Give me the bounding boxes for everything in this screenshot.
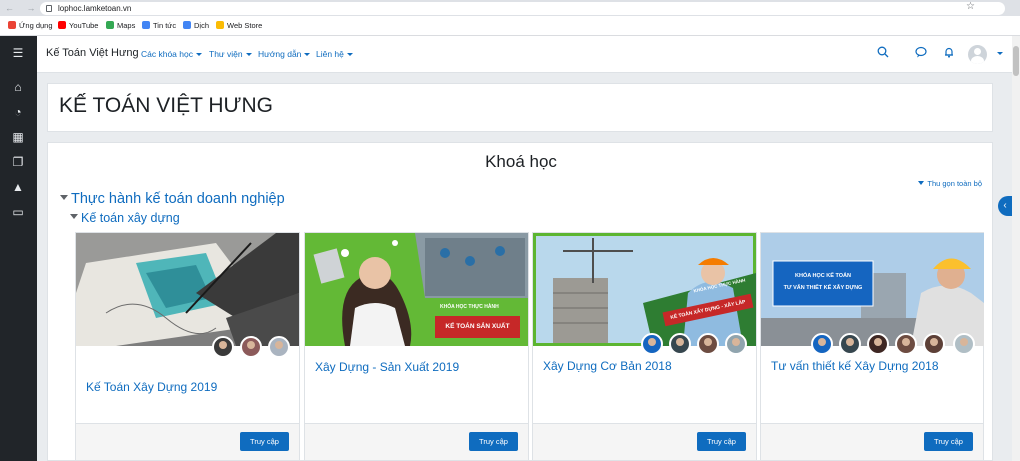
browser-toolbar: ← → C lophoc.lamketoan.vn ☆	[0, 0, 1020, 16]
banner-heading: KHÓA HỌC KẾ TOÁN	[795, 273, 851, 279]
menu-contact[interactable]: Liên hệ	[316, 49, 353, 59]
site-brand[interactable]: Kế Toán Việt Hưng	[46, 47, 139, 59]
course-image[interactable]	[76, 233, 299, 346]
teacher-avatar[interactable]	[212, 336, 234, 358]
course-listing: Khoá học Thu gọn toàn bộ Thực hành kế to…	[47, 142, 993, 461]
bookmark-star-icon[interactable]: ☆	[966, 1, 975, 12]
access-button[interactable]: Truy cập	[924, 432, 973, 451]
course-card[interactable]: KẾ TOÁN XÂY DỰNG - XÂY LẮP KHÓA HỌC THỰC…	[532, 232, 757, 460]
teacher-avatar[interactable]	[811, 333, 833, 355]
teacher-avatar[interactable]	[240, 336, 262, 358]
menu-icon[interactable]: ☰	[11, 46, 25, 60]
course-image[interactable]: KHÓA HỌC KẾ TOÁN TƯ VẤN THIẾT KẾ XÂY DỰN…	[761, 233, 984, 346]
bookmark-translate[interactable]: Dịch	[183, 21, 209, 30]
course-image[interactable]: KẾ TOÁN XÂY DỰNG - XÂY LẮP KHÓA HỌC THỰC…	[533, 233, 756, 346]
teacher-avatar[interactable]	[895, 333, 917, 355]
menu-courses[interactable]: Các khóa học	[141, 49, 202, 59]
user-avatar[interactable]	[968, 45, 987, 64]
chevron-down-icon[interactable]	[997, 52, 1003, 55]
bookmark-youtube[interactable]: YouTube	[58, 21, 98, 30]
teacher-avatar[interactable]	[867, 333, 889, 355]
card-footer: Truy cập	[533, 423, 756, 460]
calendar-icon[interactable]: ▦	[11, 130, 25, 144]
page-scrollbar[interactable]	[1012, 36, 1020, 461]
access-button[interactable]: Truy cập	[697, 432, 746, 451]
teacher-avatar[interactable]	[641, 333, 663, 355]
address-bar[interactable]: lophoc.lamketoan.vn	[40, 2, 1005, 15]
bookmark-apps[interactable]: Ứng dụng	[8, 21, 53, 30]
menu-library[interactable]: Thư viện	[209, 49, 252, 59]
menu-guide[interactable]: Hướng dẫn	[258, 49, 310, 59]
bookmark-webstore[interactable]: Web Store	[216, 21, 262, 30]
access-button[interactable]: Truy cập	[240, 432, 289, 451]
course-title[interactable]: Kế Toán Xây Dựng 2019	[86, 380, 217, 394]
course-card[interactable]: KHÓA HỌC KẾ TOÁN TƯ VẤN THIẾT KẾ XÂY DỰN…	[760, 232, 984, 460]
lock-icon	[46, 5, 52, 12]
bookmark-news[interactable]: Tin tức	[142, 21, 176, 30]
course-card[interactable]: Kế Toán Xây Dựng 2019 Truy cập	[75, 232, 300, 460]
course-card[interactable]: KẾ TOÁN SẢN XUẤT KHÓA HỌC THỰC HÀNH Xây …	[304, 232, 529, 460]
banner-heading: KẾ TOÁN SẢN XUẤT	[435, 316, 520, 338]
teacher-avatar[interactable]	[923, 333, 945, 355]
dashboard-icon[interactable]: ◔	[11, 105, 25, 119]
access-button[interactable]: Truy cập	[469, 432, 518, 451]
teacher-avatar[interactable]	[697, 333, 719, 355]
banner-subheading: TƯ VẤN THIẾT KẾ XÂY DỰNG	[783, 285, 863, 291]
teacher-avatar[interactable]	[725, 333, 747, 355]
teacher-avatar[interactable]	[953, 333, 975, 355]
banner-subheading: KHÓA HỌC THỰC HÀNH	[440, 304, 499, 310]
subcategory-link[interactable]: Kế toán xây dựng	[70, 211, 180, 225]
section-title: Khoá học	[485, 152, 557, 171]
card-footer: Truy cập	[761, 423, 983, 460]
collapse-all-link[interactable]: Thu gọn toàn bộ	[918, 179, 982, 188]
graduation-cap-icon[interactable]: ▲	[11, 180, 25, 194]
top-navbar: Kế Toán Việt Hưng Các khóa học Thư viện …	[37, 36, 1020, 73]
search-icon[interactable]	[877, 46, 889, 61]
teacher-avatar[interactable]	[669, 333, 691, 355]
drawer-toggle-chevron-left-icon[interactable]: ‹	[998, 196, 1012, 216]
teacher-avatar[interactable]	[839, 333, 861, 355]
left-sidebar: ☰ ⌂ ◔ ▦ ❐ ▲ ▭	[0, 36, 37, 461]
course-title[interactable]: Xây Dựng Cơ Bản 2018	[543, 359, 672, 373]
course-title[interactable]: Xây Dựng - Sản Xuất 2019	[315, 360, 459, 374]
url-text: lophoc.lamketoan.vn	[58, 4, 132, 13]
bookmarks-bar: Ứng dụng YouTube Maps Tin tức Dịch Web S…	[0, 16, 1020, 36]
category-link[interactable]: Thực hành kế toán doanh nghiệp	[60, 191, 285, 207]
home-icon[interactable]: ⌂	[11, 80, 25, 94]
course-title[interactable]: Tư vấn thiết kế Xây Dựng 2018	[771, 359, 939, 373]
card-footer: Truy cập	[305, 423, 528, 460]
folder-icon[interactable]: ▭	[11, 205, 25, 219]
notifications-bell-icon[interactable]	[943, 46, 955, 61]
bookmark-maps[interactable]: Maps	[106, 21, 135, 30]
page-header: KẾ TOÁN VIỆT HƯNG	[47, 83, 993, 132]
page-title: KẾ TOÁN VIỆT HƯNG	[59, 94, 273, 117]
course-image[interactable]: KẾ TOÁN SẢN XUẤT KHÓA HỌC THỰC HÀNH	[305, 233, 528, 346]
files-icon[interactable]: ❐	[11, 155, 25, 169]
card-footer: Truy cập	[76, 423, 299, 460]
teacher-avatar[interactable]	[268, 336, 290, 358]
messages-icon[interactable]	[915, 46, 927, 61]
